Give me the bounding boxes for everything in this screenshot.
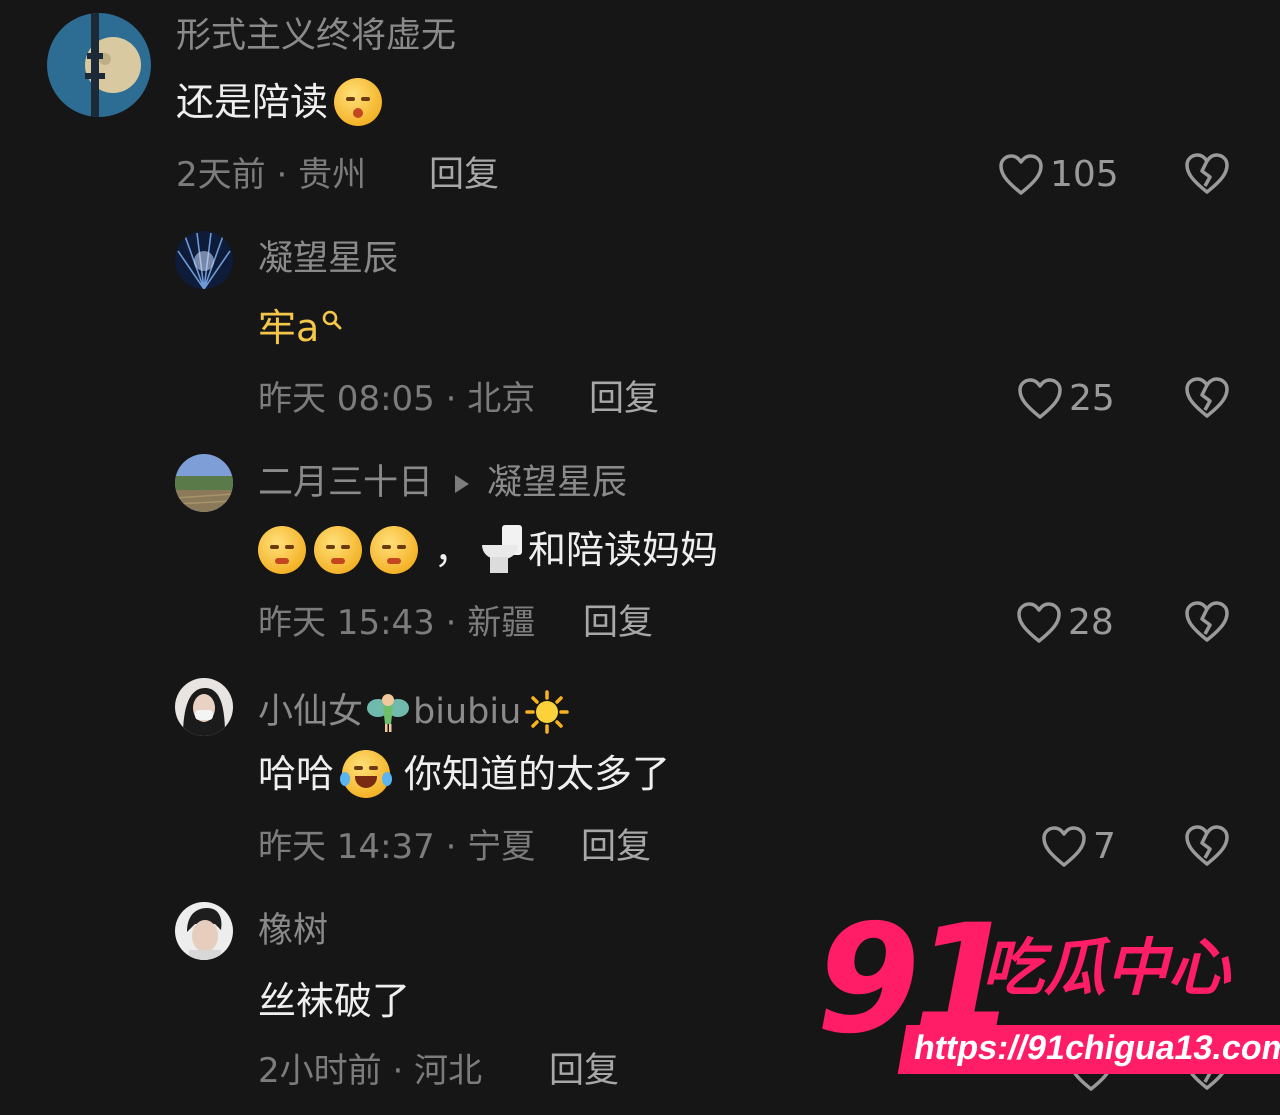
comment-text: ， 和陪读妈妈 [258,525,718,575]
like-button[interactable]: 25 [1017,378,1115,420]
heart-outline-icon [1017,602,1061,643]
avatar[interactable] [175,678,233,736]
comment-meta: 2小时前 · 河北 [258,1054,482,1088]
comment-text-content: 哈哈 [258,752,335,796]
comment-location: 宁夏 [467,827,536,867]
comment-time: 2小时前 [258,1051,382,1091]
fairy-emoji-icon [367,694,410,732]
username[interactable]: 二月三十日 [258,463,433,503]
comment-time: 昨天 15:43 [258,603,435,643]
avatar[interactable] [175,454,233,512]
comment-meta: 昨天 08:05 · 北京 [258,382,535,416]
meta-separator: · [276,155,288,195]
reply-button[interactable]: 回复 [581,830,651,865]
meta-separator: · [392,1051,404,1091]
meta-separator: · [445,379,457,419]
like-button[interactable]: 7 [1041,826,1116,868]
reply-button[interactable]: 回复 [583,606,653,641]
like-count: 105 [1050,154,1119,195]
watermark-name: 吃瓜中心 [982,931,1231,1004]
comment-time: 昨天 08:05 [258,379,435,419]
comment-text-content: 牢a [258,306,320,350]
avatar[interactable] [175,231,233,289]
comment-text-content: 还是陪读 [176,80,329,124]
comment-meta: 昨天 14:37 · 宁夏 [258,830,535,864]
dislike-button[interactable] [1184,377,1230,423]
comment-meta: 昨天 15:43 · 新疆 [258,606,535,640]
comment-text-content-2: 你知道的太多了 [404,752,671,796]
comment-text: 丝袜破了 [258,982,410,1020]
play-arrow-icon [455,475,470,493]
reply-button[interactable]: 回复 [589,382,659,417]
toilet-emoji-icon [480,525,524,575]
like-count: 25 [1069,378,1115,419]
reply-button[interactable]: 回复 [429,158,499,193]
broken-heart-icon [1185,153,1229,194]
comment-text: 牢a [258,309,343,347]
comment-text-content: 和陪读妈妈 [528,528,719,572]
avatar[interactable] [175,902,233,960]
watermark-logo: 91 吃瓜中心 https://91chigua13.com [816,905,1280,1080]
dislike-button[interactable] [1184,153,1230,199]
broken-heart-icon [1185,601,1229,642]
heart-outline-icon [999,154,1043,195]
comment-text: 还是陪读 [176,78,386,126]
broken-heart-icon [1185,825,1229,866]
like-count: 7 [1093,826,1116,867]
meta-separator: · [445,603,457,643]
username[interactable]: 形式主义终将虚无 [176,19,456,54]
heart-outline-icon [1018,378,1062,419]
comment-location: 新疆 [467,603,536,643]
username[interactable]: 橡树 [258,914,328,949]
reply-header: 二月三十日 凝望星辰 [258,466,627,501]
comment-text: 哈哈 你知道的太多了 [258,750,670,798]
magnifier-icon[interactable] [321,309,343,331]
username-part: biubiu [413,691,522,732]
broken-heart-icon [1185,377,1229,418]
comment-text-content: 丝袜破了 [258,979,411,1023]
dislike-button[interactable] [1184,825,1230,871]
laughing-tears-emoji-icon [340,750,393,798]
woozy-face-emoji-icon [314,526,362,574]
comment-time: 2天前 [176,155,266,195]
like-button[interactable]: 105 [998,154,1119,196]
comment-location: 北京 [467,379,536,419]
shushing-face-emoji-icon [334,78,383,126]
reply-to-username[interactable]: 凝望星辰 [487,463,627,503]
comment-text-separator: ， [434,528,473,572]
comment-location: 贵州 [298,155,367,195]
comment-location: 河北 [414,1051,483,1091]
dislike-button[interactable] [1184,601,1230,647]
comment-time: 昨天 14:37 [258,827,435,867]
woozy-face-emoji-icon [258,526,306,574]
username[interactable]: 小仙女 biubiu [258,690,570,734]
like-count: 28 [1068,602,1114,643]
woozy-face-emoji-icon [370,526,418,574]
like-button[interactable]: 28 [1016,602,1114,644]
meta-separator: · [445,827,457,867]
username[interactable]: 凝望星辰 [258,242,398,277]
avatar[interactable] [47,13,151,117]
comment-meta: 2天前 · 贵州 [176,158,366,192]
watermark-url: https://91chigua13.com [897,1025,1280,1074]
username-part: 小仙女 [258,691,364,732]
heart-outline-icon [1042,826,1086,867]
reply-button[interactable]: 回复 [549,1054,619,1089]
sun-emoji-icon [525,690,570,734]
